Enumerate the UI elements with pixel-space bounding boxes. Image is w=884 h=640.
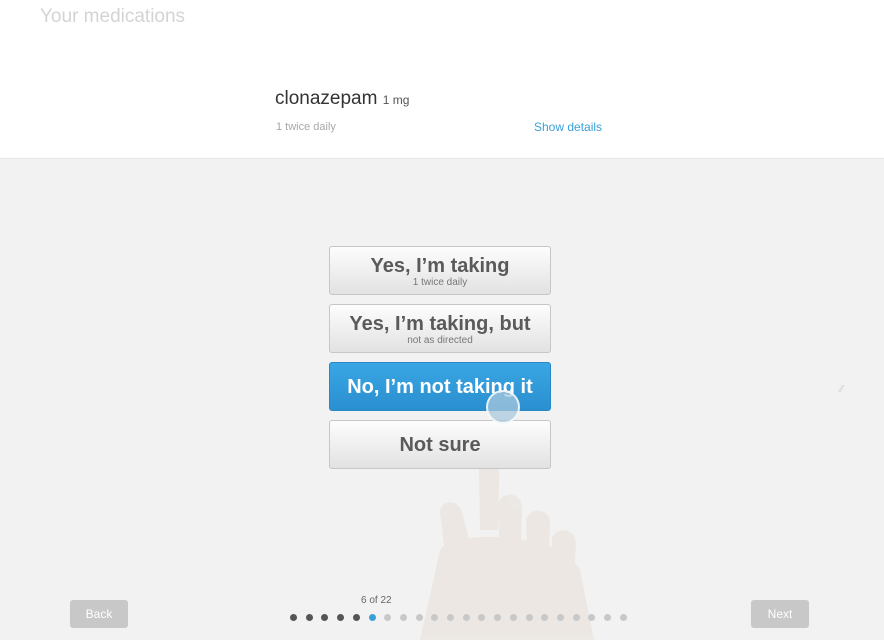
medication-name-row: clonazepam 1 mg [275, 88, 409, 110]
page-title: Your medications [40, 6, 186, 27]
answer-options: Yes, I’m taking 1 twice daily Yes, I’m t… [329, 246, 551, 478]
answer-label: Not sure [399, 434, 481, 456]
answer-not-sure-button[interactable]: Not sure [329, 420, 551, 469]
progress-dot [352, 614, 360, 621]
answer-yes-taking-button[interactable]: Yes, I’m taking 1 twice daily [329, 246, 551, 295]
progress-dot [368, 614, 376, 621]
progress-dot [619, 614, 627, 621]
medication-header: Your medications clonazepam 1 mg 1 twice… [0, 0, 884, 158]
answer-label: Yes, I’m taking [370, 255, 510, 277]
answer-label: No, I’m not taking it [347, 376, 533, 398]
progress-label: 6 of 22 [361, 595, 392, 606]
progress-dot [525, 614, 533, 621]
touch-indicator-icon [486, 390, 520, 424]
progress-dot [509, 614, 517, 621]
progress-dot [290, 614, 297, 621]
medication-frequency: 1 twice daily [276, 121, 336, 133]
answer-label: Yes, I’m taking, but [349, 313, 531, 335]
progress-dot [572, 614, 580, 621]
progress-dot [462, 614, 470, 621]
resize-grip-icon: ⁄⁄ [840, 384, 844, 395]
next-button[interactable]: Next [751, 600, 809, 628]
medication-name: clonazepam [275, 88, 378, 109]
progress-dot [447, 614, 454, 621]
progress-dot [556, 614, 564, 621]
progress-dot [399, 614, 407, 621]
progress-dot [305, 614, 313, 621]
answer-sublabel: 1 twice daily [412, 277, 468, 288]
answer-sublabel: not as directed [407, 335, 473, 346]
show-details-link[interactable]: Show details [534, 120, 602, 134]
medication-dose: 1 mg [382, 93, 410, 107]
progress-dot [415, 614, 423, 621]
answer-yes-taking-but-button[interactable]: Yes, I’m taking, but not as directed [329, 304, 551, 353]
back-button[interactable]: Back [70, 600, 128, 628]
progress-dot [604, 614, 611, 621]
